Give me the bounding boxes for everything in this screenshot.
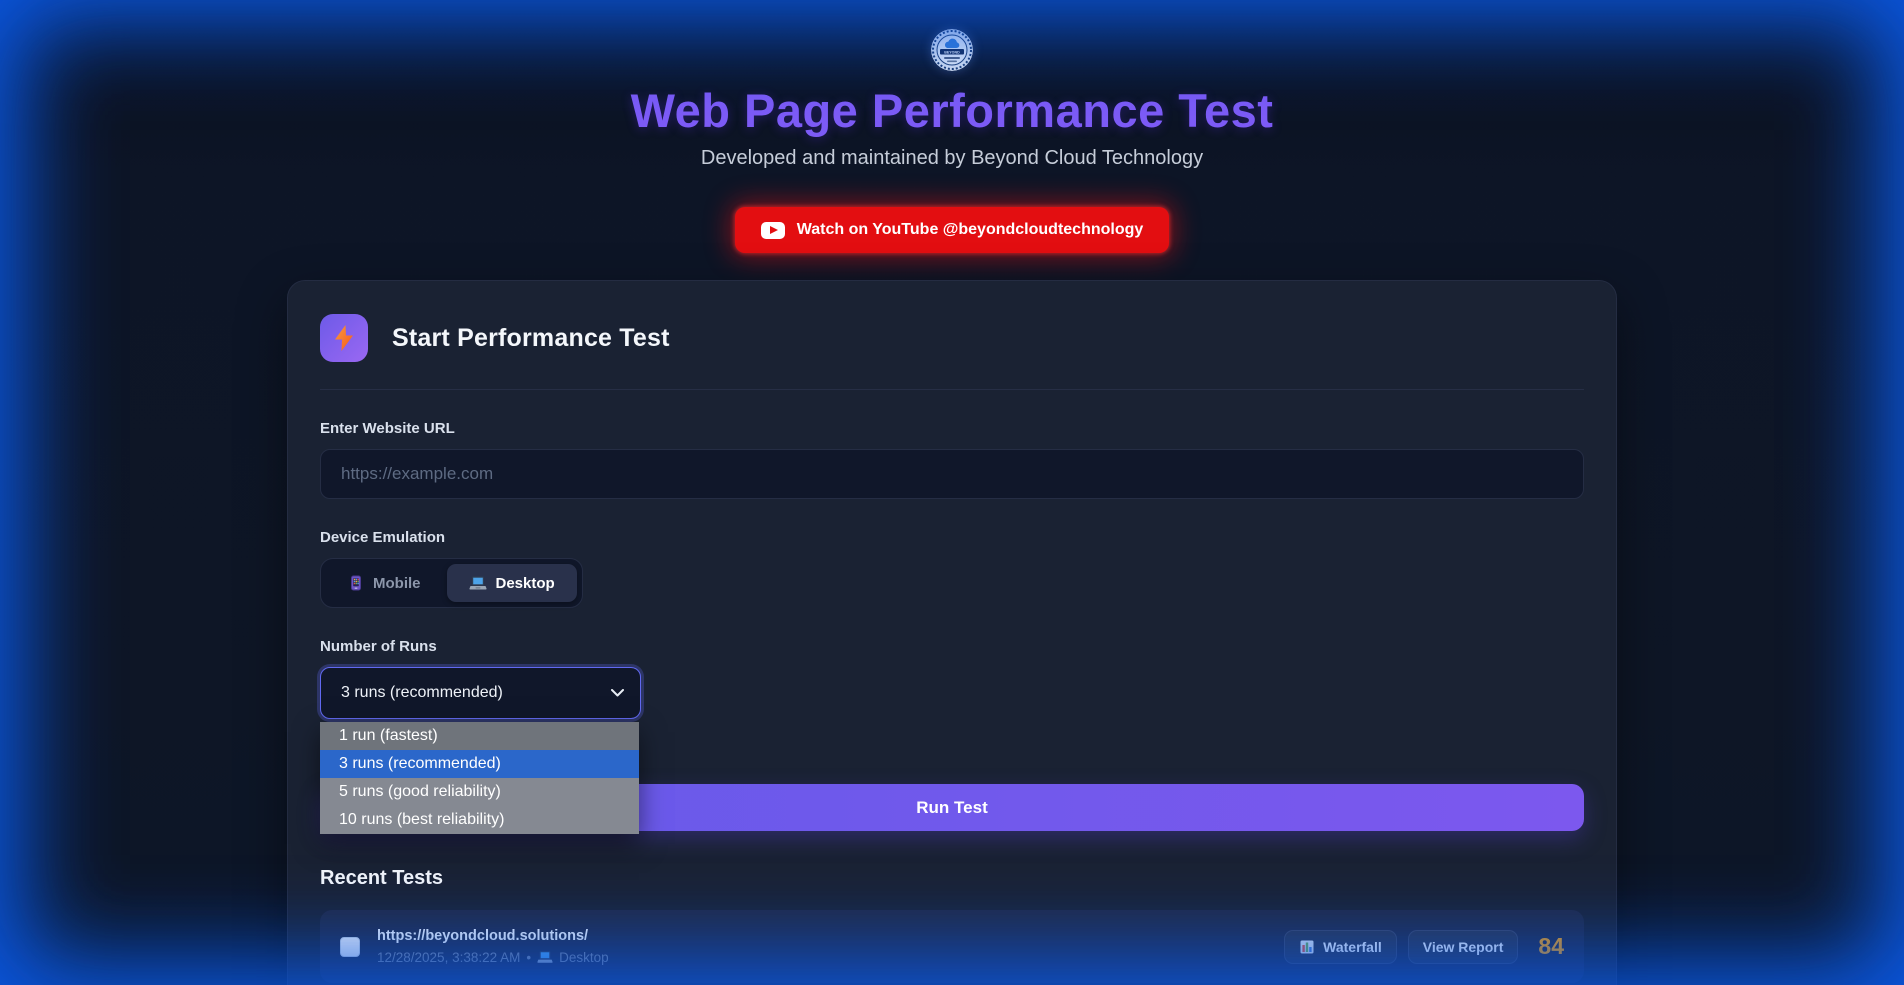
- device-option-desktop[interactable]: Desktop: [447, 564, 577, 602]
- device-mobile-label: Mobile: [373, 575, 421, 592]
- row-actions: Waterfall View Report 84: [1284, 930, 1564, 964]
- mobile-icon: [348, 575, 364, 591]
- runs-selected-value: 3 runs (recommended): [341, 684, 503, 702]
- view-report-button[interactable]: View Report: [1408, 930, 1519, 964]
- meta-separator: •: [526, 950, 531, 965]
- runs-option-10[interactable]: 10 runs (best reliability): [320, 806, 639, 834]
- website-url-input[interactable]: [320, 449, 1584, 499]
- svg-text:BEYOND: BEYOND: [944, 50, 960, 54]
- card-header: Start Performance Test: [320, 314, 1584, 390]
- bar-chart-icon: [1299, 939, 1315, 955]
- device-emulation-label: Device Emulation: [320, 529, 1584, 546]
- view-report-label: View Report: [1423, 939, 1504, 955]
- waterfall-button[interactable]: Waterfall: [1284, 930, 1397, 964]
- test-timestamp: 12/28/2025, 3:38:22 AM: [377, 950, 520, 965]
- runs-dropdown: 1 run (fastest) 3 runs (recommended) 5 r…: [320, 722, 639, 834]
- laptop-icon: [537, 949, 553, 965]
- runs-select[interactable]: 3 runs (recommended): [320, 667, 641, 719]
- test-row-checkbox[interactable]: [340, 937, 360, 957]
- chevron-down-icon: [611, 689, 624, 697]
- page-title: Web Page Performance Test: [631, 83, 1274, 138]
- waterfall-label: Waterfall: [1323, 939, 1382, 955]
- performance-score: 84: [1538, 933, 1564, 960]
- test-info: https://beyondcloud.solutions/ 12/28/202…: [377, 928, 1284, 965]
- test-meta: 12/28/2025, 3:38:22 AM • Desktop: [377, 949, 1284, 965]
- test-device: Desktop: [559, 950, 609, 965]
- brand-logo: BEYOND: [931, 29, 973, 71]
- device-desktop-label: Desktop: [496, 575, 555, 592]
- recent-tests-heading: Recent Tests: [320, 867, 1584, 890]
- runs-option-1[interactable]: 1 run (fastest): [320, 722, 639, 750]
- device-toggle-group: Mobile Desktop: [320, 558, 583, 608]
- device-option-mobile[interactable]: Mobile: [326, 564, 443, 602]
- number-of-runs-label: Number of Runs: [320, 638, 1584, 655]
- watch-on-youtube-button[interactable]: Watch on YouTube @beyondcloudtechnology: [735, 207, 1170, 253]
- url-field-label: Enter Website URL: [320, 420, 1584, 437]
- laptop-icon: [469, 574, 487, 592]
- recent-test-row: https://beyondcloud.solutions/ 12/28/202…: [320, 910, 1584, 983]
- card-title: Start Performance Test: [392, 324, 670, 353]
- youtube-button-label: Watch on YouTube @beyondcloudtechnology: [797, 221, 1144, 239]
- runs-option-3[interactable]: 3 runs (recommended): [320, 750, 639, 778]
- test-url: https://beyondcloud.solutions/: [377, 928, 1284, 944]
- runs-field: 3 runs (recommended) 1 run (fastest) 3 r…: [320, 667, 641, 719]
- runs-option-5[interactable]: 5 runs (good reliability): [320, 778, 639, 806]
- performance-test-card: Start Performance Test Enter Website URL…: [287, 280, 1617, 985]
- lightning-bolt-icon: [320, 314, 368, 362]
- page-subtitle: Developed and maintained by Beyond Cloud…: [701, 147, 1203, 170]
- youtube-play-icon: [761, 222, 785, 239]
